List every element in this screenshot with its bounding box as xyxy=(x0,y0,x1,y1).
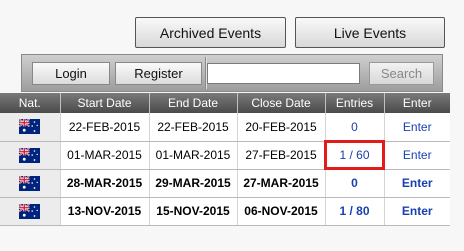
column-header-entries[interactable]: Entries xyxy=(324,93,384,113)
start-date-cell: 28-MAR-2015 xyxy=(59,169,149,198)
end-date-cell: 22-FEB-2015 xyxy=(148,113,237,142)
end-date-cell: 15-NOV-2015 xyxy=(148,197,237,226)
register-button[interactable]: Register xyxy=(115,62,202,85)
live-events-button[interactable]: Live Events xyxy=(295,17,445,48)
entries-link[interactable]: 0 xyxy=(324,113,384,142)
column-header-close-date[interactable]: Close Date xyxy=(236,93,325,113)
nat-cell xyxy=(0,169,60,198)
start-date-cell: 22-FEB-2015 xyxy=(59,113,149,142)
australia-flag-icon xyxy=(18,118,41,135)
close-date-cell: 27-FEB-2015 xyxy=(236,141,325,170)
table-row: 28-MAR-2015 29-MAR-2015 27-MAR-2015 0 En… xyxy=(0,169,450,198)
table-row: 13-NOV-2015 15-NOV-2015 06-NOV-2015 1 / … xyxy=(0,197,450,226)
close-date-cell: 27-MAR-2015 xyxy=(236,169,325,198)
column-header-nat[interactable]: Nat. xyxy=(0,93,60,113)
table-row: 22-FEB-2015 22-FEB-2015 20-FEB-2015 0 En… xyxy=(0,113,450,142)
start-date-cell: 13-NOV-2015 xyxy=(59,197,149,226)
events-table: Nat. Start Date End Date Close Date Entr… xyxy=(0,93,450,226)
table-header-row: Nat. Start Date End Date Close Date Entr… xyxy=(0,93,450,113)
archived-events-button[interactable]: Archived Events xyxy=(135,17,286,48)
login-button[interactable]: Login xyxy=(32,62,110,85)
close-date-cell: 20-FEB-2015 xyxy=(236,113,325,142)
login-bar: Login Register Search xyxy=(21,54,443,92)
australia-flag-icon xyxy=(18,147,41,163)
entries-link[interactable]: 1 / 80 xyxy=(324,197,384,226)
column-header-end-date[interactable]: End Date xyxy=(148,93,237,113)
end-date-cell: 29-MAR-2015 xyxy=(148,169,237,198)
enter-link[interactable]: Enter xyxy=(383,113,450,142)
enter-link[interactable]: Enter xyxy=(383,197,450,226)
entries-link-highlighted[interactable]: 1 / 60 xyxy=(324,140,385,170)
enter-link[interactable]: Enter xyxy=(383,169,450,198)
column-header-enter: Enter xyxy=(383,93,450,113)
entries-link[interactable]: 0 xyxy=(324,169,384,198)
start-date-cell: 01-MAR-2015 xyxy=(59,141,149,170)
search-input[interactable] xyxy=(207,63,360,84)
close-date-cell: 06-NOV-2015 xyxy=(236,197,325,226)
australia-flag-icon xyxy=(18,175,41,191)
nat-cell xyxy=(0,141,60,170)
enter-link[interactable]: Enter xyxy=(383,141,450,170)
nat-cell xyxy=(0,197,60,226)
column-header-start-date[interactable]: Start Date xyxy=(59,93,149,113)
end-date-cell: 01-MAR-2015 xyxy=(148,141,237,170)
nat-cell xyxy=(0,113,60,142)
australia-flag-icon xyxy=(18,203,41,219)
search-button[interactable]: Search xyxy=(369,62,434,85)
table-row: 01-MAR-2015 01-MAR-2015 27-FEB-2015 1 / … xyxy=(0,140,450,170)
